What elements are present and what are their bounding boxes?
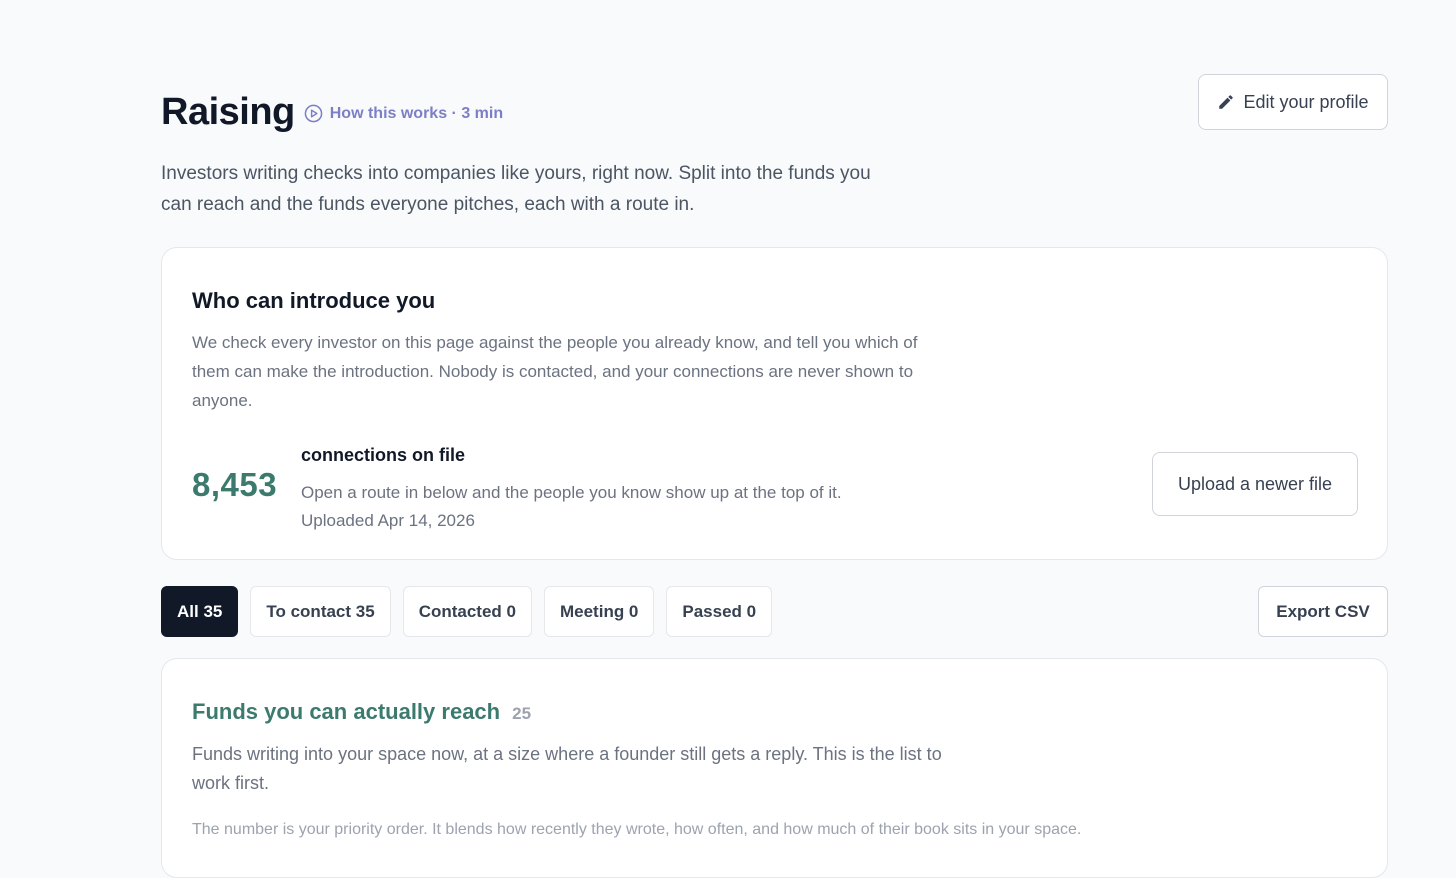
- introductions-card: Who can introduce you We check every inv…: [161, 247, 1388, 560]
- connections-hint: Open a route in below and the people you…: [301, 483, 842, 502]
- tab-to-contact[interactable]: To contact 35: [250, 586, 391, 637]
- reachable-funds-description: Funds writing into your space now, at a …: [192, 744, 942, 793]
- connections-count: 8,453: [192, 466, 278, 503]
- tab-contacted[interactable]: Contacted 0: [402, 586, 532, 637]
- play-circle-icon: [304, 104, 323, 123]
- how-this-works-link[interactable]: How this works · 3 min: [304, 104, 503, 123]
- page-title: Raising: [161, 91, 295, 133]
- connections-label: connections on file: [301, 445, 466, 465]
- introductions-description: We check every investor on this page aga…: [192, 333, 918, 410]
- reachable-funds-header: Funds you can actually reach 25: [192, 699, 531, 725]
- edit-profile-label: Edit your profile: [1243, 91, 1369, 112]
- edit-profile-button[interactable]: Edit your profile: [1198, 74, 1388, 130]
- tab-passed[interactable]: Passed 0: [666, 586, 773, 637]
- introductions-title: Who can introduce you: [192, 288, 436, 313]
- tab-all[interactable]: All 35: [161, 586, 239, 637]
- tab-meeting[interactable]: Meeting 0: [543, 586, 655, 637]
- connections-details: Open a route in below and the people you…: [301, 479, 842, 535]
- reachable-funds-card: Funds you can actually reach 25 Funds wr…: [161, 658, 1388, 878]
- priority-note: The number is your priority order. It bl…: [192, 821, 1082, 838]
- page-intro: Investors writing checks into companies …: [161, 163, 871, 215]
- upload-date: Uploaded Apr 14, 2026: [301, 511, 475, 530]
- export-csv-button[interactable]: Export CSV: [1258, 586, 1388, 637]
- reachable-funds-title: Funds you can actually reach: [192, 699, 501, 724]
- status-filter-tabs: All 35 To contact 35 Contacted 0 Meeting…: [161, 586, 773, 637]
- pencil-icon: [1219, 95, 1234, 109]
- how-this-works-label: How this works · 3 min: [329, 104, 504, 122]
- reachable-funds-count: 25: [512, 704, 532, 723]
- upload-newer-file-button[interactable]: Upload a newer file: [1152, 452, 1358, 516]
- title-row: Raising How this works · 3 min: [161, 88, 503, 136]
